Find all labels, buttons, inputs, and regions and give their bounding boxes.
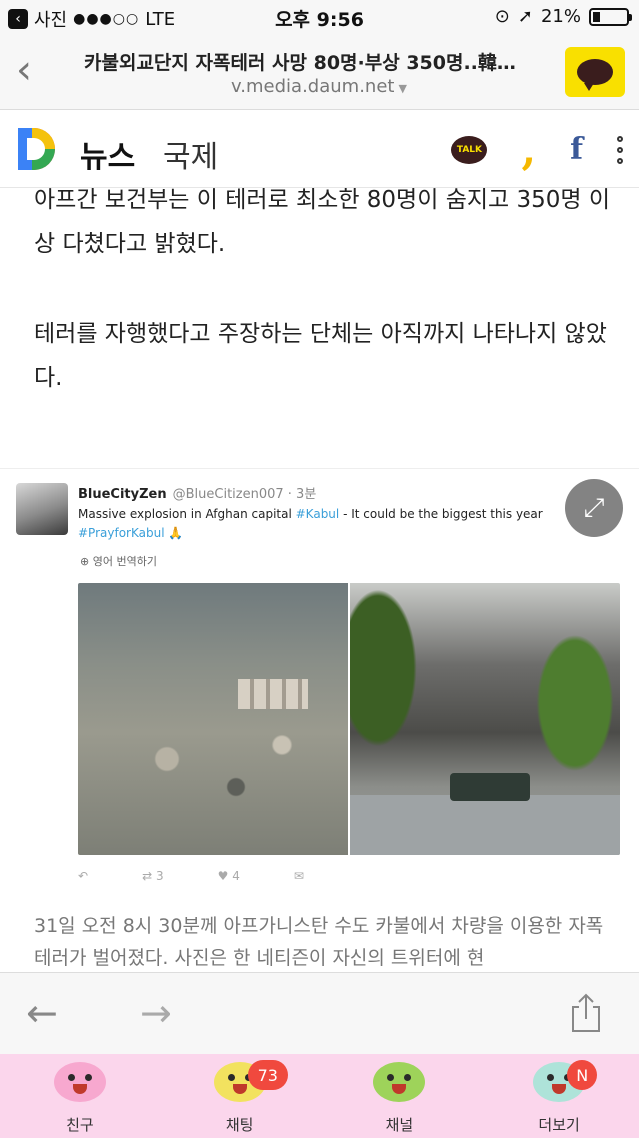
status-bar: ‹ 사진 ●●●○○ LTE 오후 9:56 ⊙ ➚ 21% [0, 0, 639, 36]
battery-fill [593, 11, 600, 22]
expand-image-button[interactable]: ⤢ [565, 479, 623, 537]
more-options-icon[interactable] [617, 135, 623, 164]
tweet-text-part: - It could be the biggest this year [339, 507, 543, 521]
tab-more[interactable]: 더보기 N [479, 1054, 639, 1138]
retweet-number: 3 [155, 869, 164, 883]
photo-trees [350, 583, 420, 753]
retweet-icon: ⇄ [142, 869, 153, 883]
tab-character-icon [373, 1062, 426, 1102]
embedded-tweet-image[interactable]: BlueCityZen @BlueCitizen007 · 3분 Massive … [0, 468, 639, 898]
photo-truck [450, 773, 530, 801]
news-header: 뉴스 국제 TALK , f [0, 110, 639, 188]
kakaotalk-share-button[interactable] [565, 47, 625, 97]
orientation-lock-icon: ⊙ [494, 6, 510, 27]
photo-road [350, 795, 620, 855]
notification-badge: N [567, 1060, 598, 1090]
article-body: 아프간 보건부는 이 테러로 최소한 80명이 숨지고 350명 이상 다쳤다고… [0, 188, 639, 972]
photo-blast-site [78, 583, 348, 855]
share-icon[interactable] [569, 993, 603, 1033]
speech-bubble-icon [577, 59, 613, 91]
url-bar: ‹ 카불외교단지 자폭테러 사망 80명·부상 350명..韓… v.media… [0, 36, 639, 110]
kakaotalk-icon[interactable]: TALK [451, 135, 488, 164]
globe-icon: ⊕ [80, 555, 90, 568]
close-webview-back-icon[interactable]: ‹ [16, 50, 32, 90]
retweet-count: ⇄ 3 [142, 869, 164, 883]
translate-link: ⊕ 영어 번역하기 [80, 553, 157, 569]
tab-channel[interactable]: 채널 [320, 1054, 480, 1138]
tab-friends[interactable]: 친구 [0, 1054, 160, 1138]
like-count: ♥ 4 [218, 869, 240, 883]
tweet-text-part: Massive explosion in Afghan capital [78, 507, 296, 521]
photo-caption: 31일 오전 8시 30분께 아프가니스탄 수도 카불에서 차량을 이용한 자폭… [34, 915, 604, 969]
photo-smoke-street [350, 583, 620, 855]
page-title[interactable]: 카불외교단지 자폭테러 사망 80명·부상 350명..韓… [84, 48, 554, 75]
tweet-text: Massive explosion in Afghan capital #Kab… [78, 505, 598, 543]
back-arrow-icon[interactable]: ← [26, 991, 58, 1035]
facebook-icon[interactable]: f [570, 132, 583, 167]
tab-chat[interactable]: 채팅 73 [160, 1054, 320, 1138]
tab-label: 채널 [385, 1116, 414, 1134]
chevron-down-icon: ▼ [398, 82, 407, 95]
article-paragraph: 아프간 보건부는 이 테러로 최소한 80명이 숨지고 350명 이상 다쳤다고… [34, 188, 611, 257]
tab-label: 친구 [66, 1116, 94, 1134]
like-number: 4 [232, 869, 240, 883]
reply-icon: ↶ [78, 869, 89, 883]
tab-label: 더보기 [538, 1116, 580, 1134]
hashtag: #PrayforKabul 🙏 [78, 526, 184, 540]
kakao-tab-bar: 친구 채팅 73 채널 더보기 N [0, 1054, 639, 1138]
tweet-author: BlueCityZen @BlueCitizen007 · 3분 [78, 483, 316, 502]
tab-label: 채팅 [225, 1116, 254, 1134]
domain-text: v.media.daum.net [231, 76, 395, 97]
tweet-photo [78, 583, 620, 855]
kakaostory-icon[interactable]: , [521, 128, 536, 170]
news-brand[interactable]: 뉴스 [80, 132, 135, 176]
browser-toolbar: ← → [0, 972, 639, 1054]
avatar [16, 483, 68, 535]
hashtag: #Kabul [295, 507, 340, 521]
notification-badge: 73 [247, 1060, 288, 1090]
battery-percent: 21% [540, 6, 581, 27]
photo-trees [530, 623, 620, 783]
url-domain[interactable]: v.media.daum.net ▼ [84, 76, 554, 97]
location-icon: ➚ [517, 6, 533, 27]
daum-logo-icon[interactable] [18, 128, 58, 170]
heart-icon: ♥ [217, 869, 229, 883]
expand-icon: ⤢ [583, 492, 605, 523]
forward-arrow-icon[interactable]: → [140, 991, 172, 1035]
tab-character-icon [53, 1062, 106, 1102]
tweet-handle: @BlueCitizen007 · 3분 [172, 487, 317, 502]
tweet-author-name: BlueCityZen [78, 487, 167, 502]
battery-icon [589, 7, 632, 26]
tweet-actions: ↶ ⇄ 3 ♥ 4 ✉ [78, 869, 304, 883]
direct-message-icon: ✉ [293, 869, 304, 883]
section-name[interactable]: 국제 [163, 132, 218, 176]
photo-debris [98, 703, 328, 843]
translate-label: 영어 번역하기 [92, 555, 157, 568]
article-paragraph: 테러를 자행했다고 주장하는 단체는 아직까지 나타나지 않았다. [34, 321, 607, 391]
